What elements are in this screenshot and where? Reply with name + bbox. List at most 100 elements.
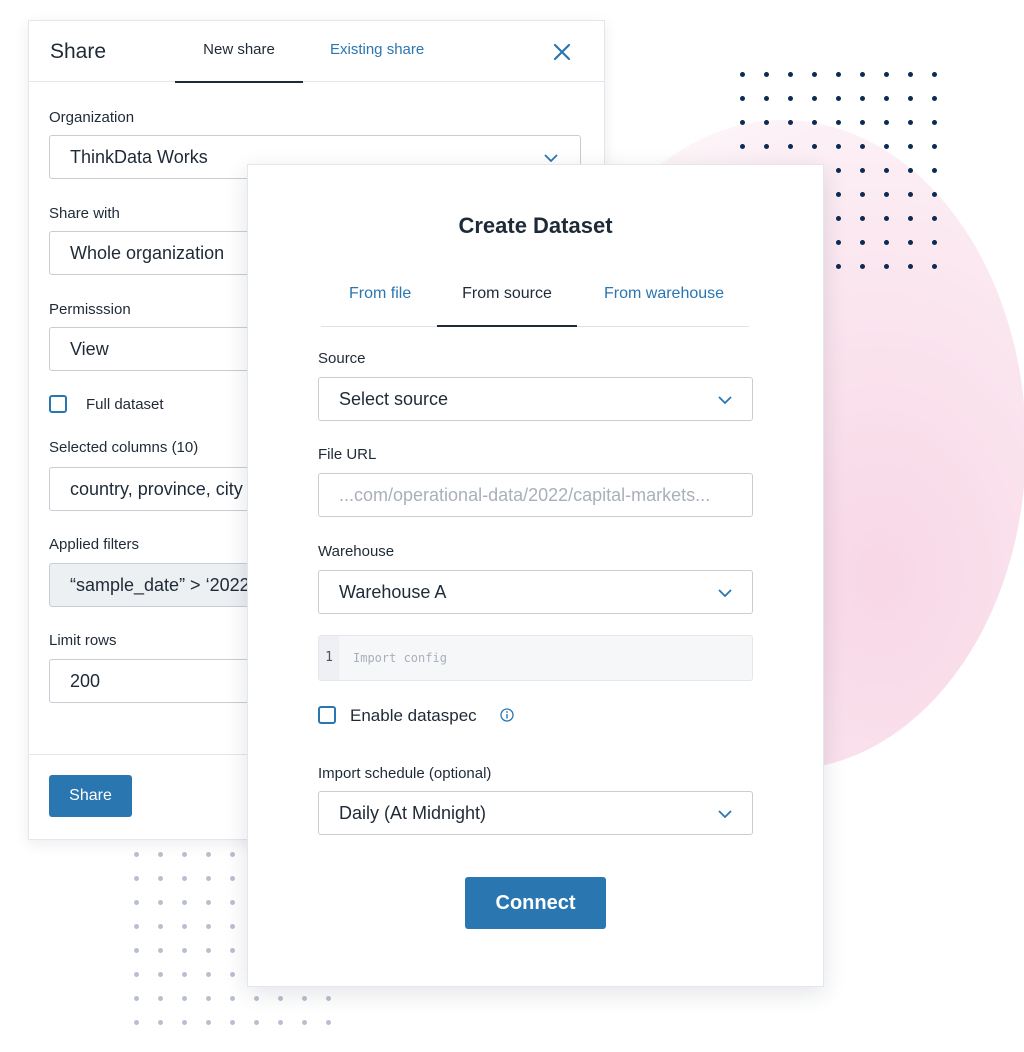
decorative-dot (836, 192, 841, 197)
limit-rows-label: Limit rows (49, 632, 117, 649)
tab-from-file[interactable]: From file (349, 285, 411, 303)
decorative-dot (278, 1020, 283, 1025)
decorative-dot (230, 1020, 235, 1025)
decorative-dot (134, 996, 139, 1001)
decorative-dot (158, 852, 163, 857)
decorative-dot (134, 972, 139, 977)
warehouse-select[interactable]: Warehouse A (318, 570, 753, 614)
file-url-input[interactable] (318, 473, 753, 517)
decorative-dot (158, 948, 163, 953)
decorative-dot (158, 972, 163, 977)
decorative-dot (206, 948, 211, 953)
decorative-dot (908, 192, 913, 197)
decorative-dot (788, 72, 793, 77)
decorative-dot (764, 96, 769, 101)
decorative-dot (884, 192, 889, 197)
decorative-dot (836, 144, 841, 149)
dataset-tabs: From file From source From warehouse (321, 273, 749, 327)
decorative-dot (860, 192, 865, 197)
decorative-dot (134, 924, 139, 929)
decorative-dot (230, 948, 235, 953)
share-with-label: Share with (49, 205, 120, 222)
decorative-dot (836, 240, 841, 245)
decorative-dot (740, 120, 745, 125)
decorative-dot (932, 120, 937, 125)
enable-dataspec-checkbox[interactable] (318, 706, 336, 724)
decorative-dot (836, 120, 841, 125)
close-icon[interactable] (551, 41, 573, 63)
create-dataset-dialog: Create Dataset From file From source Fro… (247, 164, 824, 987)
info-icon[interactable] (500, 708, 514, 722)
decorative-dot (860, 168, 865, 173)
decorative-dot (908, 216, 913, 221)
decorative-dot (182, 924, 187, 929)
decorative-dot (182, 852, 187, 857)
decorative-dot (326, 996, 331, 1001)
decorative-dot (812, 144, 817, 149)
decorative-dot (182, 948, 187, 953)
decorative-dot (884, 240, 889, 245)
full-dataset-label: Full dataset (86, 396, 164, 413)
share-header: Share New share Existing share (29, 21, 604, 83)
decorative-dot (326, 1020, 331, 1025)
decorative-dot (740, 144, 745, 149)
decorative-dot (908, 264, 913, 269)
permission-value: View (70, 339, 109, 359)
decorative-dot (860, 264, 865, 269)
decorative-dot (134, 876, 139, 881)
decorative-dot (182, 972, 187, 977)
organization-value: ThinkData Works (70, 147, 208, 167)
enable-dataspec-label: Enable dataspec (350, 706, 477, 725)
decorative-dot (134, 900, 139, 905)
decorative-dot (860, 72, 865, 77)
decorative-dot (932, 240, 937, 245)
import-schedule-select[interactable]: Daily (At Midnight) (318, 791, 753, 835)
decorative-dot (230, 972, 235, 977)
decorative-dot (812, 96, 817, 101)
line-number: 1 (319, 636, 339, 680)
decorative-dot (836, 216, 841, 221)
share-title: Share (50, 40, 107, 63)
decorative-dot (230, 852, 235, 857)
decorative-dot (884, 72, 889, 77)
decorative-dot (206, 900, 211, 905)
decorative-dot (740, 72, 745, 77)
decorative-dot (812, 120, 817, 125)
decorative-dot (764, 120, 769, 125)
decorative-dot (134, 852, 139, 857)
decorative-dot (860, 240, 865, 245)
decorative-dot (932, 96, 937, 101)
chevron-down-icon (718, 396, 732, 405)
decorative-dot (206, 1020, 211, 1025)
decorative-dot (278, 996, 283, 1001)
decorative-dot (908, 72, 913, 77)
decorative-dot (182, 876, 187, 881)
decorative-dot (860, 216, 865, 221)
share-button[interactable]: Share (49, 775, 132, 817)
import-config-editor[interactable]: 1 Import config (318, 635, 753, 681)
source-label: Source (318, 350, 366, 367)
decorative-dot (860, 96, 865, 101)
connect-button[interactable]: Connect (465, 877, 606, 929)
import-schedule-value: Daily (At Midnight) (339, 803, 487, 823)
decorative-dot (158, 900, 163, 905)
decorative-dot (884, 216, 889, 221)
decorative-dot (932, 144, 937, 149)
tab-from-warehouse[interactable]: From warehouse (604, 285, 724, 303)
decorative-dot (206, 852, 211, 857)
source-select[interactable]: Select source (318, 377, 753, 421)
selected-columns-value: country, province, city (70, 479, 243, 499)
decorative-dot (230, 876, 235, 881)
decorative-dot (908, 120, 913, 125)
decorative-dot (884, 120, 889, 125)
tab-existing-share[interactable]: Existing share (330, 41, 424, 58)
full-dataset-checkbox[interactable] (49, 395, 67, 413)
decorative-dot (836, 96, 841, 101)
decorative-dot (134, 1020, 139, 1025)
limit-rows-value: 200 (70, 671, 101, 691)
tab-from-source[interactable]: From source (437, 285, 577, 327)
tab-new-share[interactable]: New share (175, 41, 303, 83)
decorative-dot (206, 876, 211, 881)
decorative-dot (884, 144, 889, 149)
share-with-value: Whole organization (70, 243, 225, 263)
